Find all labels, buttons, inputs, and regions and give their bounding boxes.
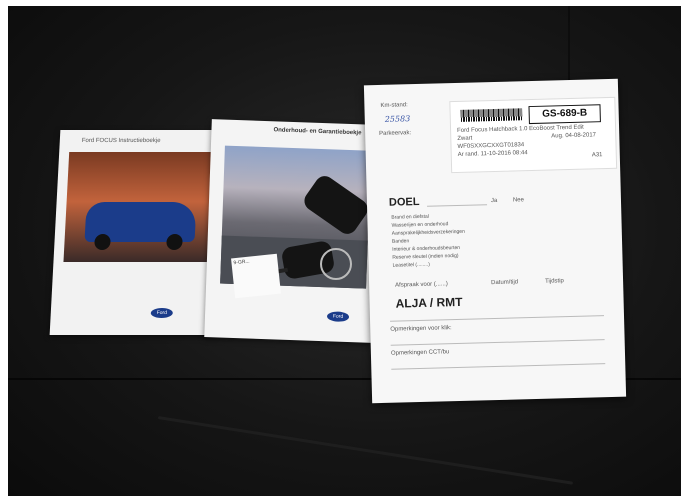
label-line-4: Ar rand. 11-10-2016 08:44 [457,150,528,158]
nee-header: Nee [512,197,525,204]
item-5: Interieur & onderhoudsbeurten [392,244,461,253]
datum-label: Datum/tijd [491,279,519,287]
key-tag: 9-GR... [231,253,281,299]
wheel-front [94,234,111,250]
item-7: Leasetitel (........) [392,261,430,269]
owner-manual-booklet: Ford FOCUS Instructieboekje Ford [49,130,226,335]
barcode [460,108,523,122]
label-doc-id: A31 [591,152,603,159]
doel-heading: DOEL [388,195,420,209]
afspraak-label: Afspraak voor (......) [395,281,448,289]
ford-logo: Ford [150,308,174,318]
ja-header: Ja [490,197,498,205]
kmstand-label: Km-stand: [380,102,408,109]
image-frame: Ford FOCUS Instructieboekje Ford Onderho… [0,0,689,502]
label-line-2: Zwart [457,135,473,142]
divider-3 [391,363,606,370]
label-line-3: WF0SXXGCXXGT01834 [457,142,525,150]
divider-1 [390,315,605,322]
delivery-form: Km-stand: 25583 Parkeervak: GS-689-B For… [363,78,627,404]
key-ring [320,248,352,280]
license-plate: GS-689-B [528,104,601,125]
opmerkingen-2: Opmerkingen CCT/bu [390,349,450,357]
ford-logo-2: Ford [326,311,350,323]
seat-cable [157,416,574,485]
item-3: Aansprakelijkheidsverzekeringen [391,228,465,237]
wheel-rear [166,234,183,250]
alja-rmt: ALJA / RMT [395,294,463,311]
car-photo [63,152,218,262]
divider-2 [390,339,605,346]
doel-underline [427,204,488,207]
item-6: Reserve sleutel (indien nodig) [392,252,459,261]
tijdstip-label: Tijdstip [545,278,564,285]
item-4: Banden [391,238,410,245]
item-1: Brand en diefstal [391,213,429,221]
parkeervak-label: Parkeervak: [379,130,412,137]
label-date: Aug. 04-08-2017 [551,132,597,140]
opmerkingen-1: Opmerkingen voor klik: [390,325,452,333]
booklet2-title: Onderhoud- en Garantieboekje [273,127,362,137]
booklet1-title: Ford FOCUS Instructieboekje [81,138,161,144]
car-seat-photo: Ford FOCUS Instructieboekje Ford Onderho… [8,6,681,496]
key-tag-text: 9-GR... [233,258,250,267]
vehicle-label: GS-689-B Ford Focus Hatchback 1.0 EcoBoo… [449,96,618,174]
kmstand-value: 25583 [384,114,411,124]
item-2: Wasserijen en onderhoud [391,221,449,229]
